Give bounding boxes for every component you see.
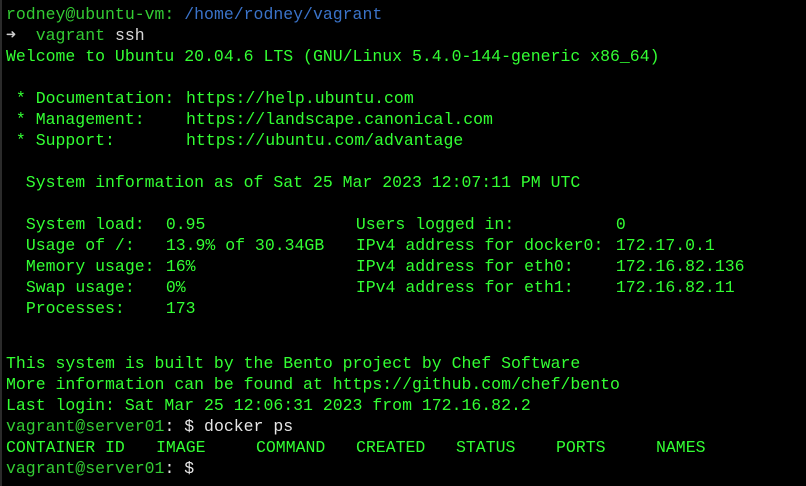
docker-col-header: IMAGE bbox=[156, 438, 206, 457]
motd-label: * Documentation: bbox=[6, 89, 175, 108]
sysinfo-value: 0 bbox=[615, 215, 626, 234]
command-program: vagrant bbox=[35, 26, 106, 45]
prompt-path: /home/rodney/vagrant bbox=[184, 5, 383, 24]
text-cursor bbox=[204, 460, 214, 478]
motd-link-row: * Documentation: https://help.ubuntu.com bbox=[6, 88, 806, 109]
sysinfo-label: Swap usage: bbox=[25, 278, 135, 297]
prompt-current[interactable]: vagrant@server01: $ bbox=[6, 458, 806, 479]
docker-col-header: STATUS bbox=[456, 438, 516, 457]
terminal-window[interactable]: rodney@ubuntu-vm: /home/rodney/vagrant ➜… bbox=[0, 0, 806, 486]
sysinfo-value: 173 bbox=[165, 299, 196, 318]
sysinfo-value: 16% bbox=[165, 257, 196, 276]
bento-line: This system is built by the Bento projec… bbox=[6, 354, 581, 373]
sysinfo-row: Swap usage: 0% IPv4 address for eth1: 172.1… bbox=[6, 277, 806, 298]
sysinfo-value: 172.16.82.11 bbox=[615, 278, 735, 297]
sysinfo-row: Usage of /: 13.9% of 30.34GB IPv4 address … bbox=[6, 235, 806, 256]
motd-link-row: * Management: https://landscape.canonical… bbox=[6, 109, 806, 130]
prompt-command: : $ docker ps bbox=[164, 417, 294, 436]
sysinfo-row: System load: 0.95 Users logged in: 0 bbox=[6, 214, 806, 235]
prompt-arrow-icon: ➜ bbox=[6, 26, 16, 45]
motd-url[interactable]: https://help.ubuntu.com bbox=[186, 89, 414, 108]
welcome-line: Welcome to Ubuntu 20.04.6 LTS (GNU/Linux… bbox=[6, 47, 660, 66]
sysinfo-title: System information as of Sat 25 Mar 2023… bbox=[6, 173, 581, 192]
motd-label: * Support: bbox=[6, 131, 115, 150]
prompt-host: vagrant@server01 bbox=[6, 417, 165, 436]
prompt-dollar: : $ bbox=[164, 459, 195, 478]
sysinfo-value: 172.17.0.1 bbox=[615, 236, 715, 255]
sysinfo-value: 172.16.82.136 bbox=[615, 257, 745, 276]
sysinfo-value: 0% bbox=[165, 278, 186, 297]
sysinfo-label: Processes: bbox=[25, 299, 125, 318]
docker-col-header: NAMES bbox=[656, 438, 706, 457]
sysinfo-label: Memory usage: bbox=[25, 257, 155, 276]
docker-col-header: PORTS bbox=[556, 438, 606, 457]
sysinfo-label: IPv4 address for eth0: bbox=[355, 257, 574, 276]
prompt-host: vagrant@server01 bbox=[6, 459, 165, 478]
docker-col-header: COMMAND bbox=[256, 438, 326, 457]
prompt-header-line: rodney@ubuntu-vm: /home/rodney/vagrant bbox=[6, 4, 806, 25]
sysinfo-row: Memory usage: 16% IPv4 address for eth0: 17… bbox=[6, 256, 806, 277]
sysinfo-label: Usage of /: bbox=[25, 236, 135, 255]
sysinfo-label: System load: bbox=[25, 215, 145, 234]
sysinfo-label: Users logged in: bbox=[355, 215, 515, 234]
motd-url[interactable]: https://landscape.canonical.com bbox=[186, 110, 493, 129]
sysinfo-label: IPv4 address for eth1: bbox=[355, 278, 574, 297]
docker-col-header: CREATED bbox=[356, 438, 426, 457]
prompt-user-host: rodney@ubuntu-vm: bbox=[6, 5, 175, 24]
window-edge bbox=[0, 0, 2, 486]
last-login-line: Last login: Sat Mar 25 12:06:31 2023 fro… bbox=[6, 396, 531, 415]
sysinfo-value: 13.9% of 30.34GB bbox=[165, 236, 325, 255]
sysinfo-row: Processes: 173 bbox=[6, 298, 806, 319]
motd-label: * Management: bbox=[6, 110, 145, 129]
prompt-docker-ps: vagrant@server01: $ docker ps bbox=[6, 416, 806, 437]
more-info-line: More information can be found at https:/… bbox=[6, 375, 620, 394]
docker-ps-header: CONTAINER ID IMAGE COMMAND CREATED STATUS POR… bbox=[6, 437, 806, 458]
motd-link-row: * Support: https://ubuntu.com/advantage bbox=[6, 130, 806, 151]
command-args: ssh bbox=[114, 26, 145, 45]
motd-url[interactable]: https://ubuntu.com/advantage bbox=[186, 131, 463, 150]
docker-col-header: CONTAINER ID bbox=[6, 438, 125, 457]
sysinfo-label: IPv4 address for docker0: bbox=[355, 236, 604, 255]
command-line-vagrant-ssh: ➜ vagrant ssh bbox=[6, 25, 806, 46]
sysinfo-value: 0.95 bbox=[165, 215, 206, 234]
